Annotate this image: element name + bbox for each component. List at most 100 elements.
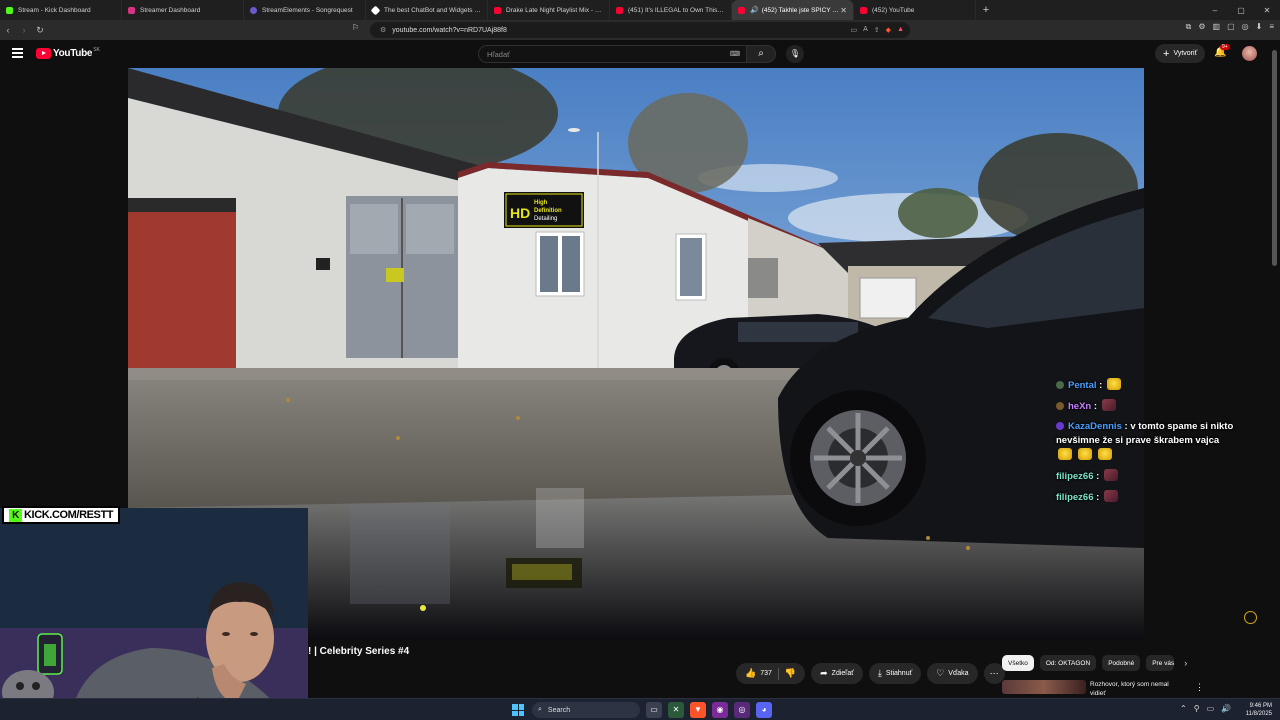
- emote-icon: [1101, 399, 1116, 411]
- browser-toolbar: ‹ › ↻ ⚐ ⚙ youtube.com/watch?v=nRD7UAj88f…: [0, 20, 1280, 40]
- browser-tab[interactable]: (452) YouTube: [854, 0, 976, 20]
- thanks-button[interactable]: ♡ Vďaka: [927, 663, 978, 684]
- emote-icon: [1098, 448, 1112, 460]
- chat-message: filipez66 :: [1056, 469, 1236, 484]
- more-icon: ⋯: [989, 668, 999, 678]
- windows-taskbar: ⌕ Search ▭ ✕ ▼ ◉ ◎ ◕ ⌃ ⚲ ▭ 🔊 9:46 PM 11/…: [0, 698, 1280, 720]
- chat-username: Pental: [1068, 380, 1097, 391]
- download-button[interactable]: ⤓ Stiahnuť: [868, 663, 922, 684]
- reload-icon[interactable]: ↻: [32, 25, 48, 36]
- webcam-feed: VAN: [0, 508, 308, 720]
- obs-icon[interactable]: ◎: [734, 702, 750, 718]
- chat-message: heXn :: [1056, 399, 1236, 414]
- notifications-button[interactable]: 🔔 9+: [1214, 44, 1230, 58]
- new-tab-button[interactable]: +: [976, 4, 996, 16]
- browser-tab-active[interactable]: 🔊 (452) Takhle jste SPICY PÁJU ✕: [732, 0, 854, 20]
- volume-icon[interactable]: 🔊: [1221, 704, 1231, 713]
- mic-icon: 🎙: [789, 49, 801, 58]
- address-bar[interactable]: ⚙ youtube.com/watch?v=nRD7UAj88f8 ▭ A ⇪ …: [370, 22, 910, 38]
- tab-title: Stream - Kick Dashboard: [18, 6, 91, 14]
- audio-playing-icon[interactable]: 🔊: [750, 6, 759, 14]
- recommended-more-icon[interactable]: ⋮: [1195, 682, 1204, 693]
- file-explorer-icon[interactable]: ▭: [646, 702, 662, 718]
- browser-tab[interactable]: (451) It's ILLEGAL to Own This 90's H: [610, 0, 732, 20]
- vpn-icon[interactable]: ◎: [1242, 22, 1249, 32]
- search-button[interactable]: ⌕: [746, 45, 776, 63]
- back-icon[interactable]: ‹: [0, 25, 16, 35]
- sidebar-icon[interactable]: ▥: [1213, 22, 1221, 32]
- browser-tab[interactable]: Drake Late Night Playlist Mix - Comc: [488, 0, 610, 20]
- tray-overflow-icon[interactable]: ⌃: [1180, 704, 1187, 713]
- youtube-logo[interactable]: YouTube SK: [36, 47, 100, 59]
- downloads-icon[interactable]: ⬇: [1256, 22, 1263, 32]
- tab-favicon-icon: [6, 6, 13, 14]
- tab-favicon-icon: [860, 6, 867, 14]
- extension-icon[interactable]: ⧉: [1186, 22, 1192, 32]
- plus-icon: +: [1163, 47, 1170, 60]
- search-input[interactable]: Hľadať ⌨: [478, 45, 746, 63]
- taskbar-apps: ▭ ✕ ▼ ◉ ◎ ◕: [646, 702, 772, 718]
- brave-rewards-icon[interactable]: ▲: [897, 26, 904, 34]
- keyboard-icon[interactable]: ⌨: [730, 50, 740, 58]
- avatar[interactable]: [1242, 46, 1257, 61]
- create-button[interactable]: + Vytvoriť: [1155, 44, 1206, 63]
- discord-icon[interactable]: ◕: [756, 702, 772, 718]
- tab-title: (451) It's ILLEGAL to Own This 90's H: [628, 6, 725, 14]
- chat-message: Pental :: [1056, 378, 1236, 393]
- app-icon[interactable]: ◉: [712, 702, 728, 718]
- search-icon: ⌕: [538, 706, 542, 713]
- forward-icon[interactable]: ›: [16, 25, 32, 35]
- kick-logo-icon: K: [9, 508, 22, 522]
- browser-tab[interactable]: Stream - Kick Dashboard: [0, 0, 122, 20]
- minimize-button[interactable]: –: [1202, 6, 1228, 15]
- chat-username: filipez66: [1056, 471, 1094, 482]
- guide-menu-icon[interactable]: [12, 48, 23, 60]
- sign-text-3: Detailing: [534, 216, 557, 222]
- taskbar-clock[interactable]: 9:46 PM 11/8/2025: [1238, 702, 1272, 718]
- share-page-icon[interactable]: ⇪: [874, 26, 880, 34]
- chat-badge-icon: [1056, 402, 1064, 410]
- chip-channel[interactable]: Od: OKTAGON: [1039, 655, 1097, 671]
- youtube-wordmark: YouTube: [53, 48, 93, 59]
- brave-browser-icon[interactable]: ▼: [690, 702, 706, 718]
- voice-search-button[interactable]: 🎙: [786, 45, 804, 63]
- browser-tab[interactable]: The best ChatBot and Widgets for Ki: [366, 0, 488, 20]
- emote-icon: [1106, 378, 1121, 390]
- brave-shield-icon[interactable]: ◆: [886, 26, 891, 34]
- cast-icon[interactable]: ▭: [851, 26, 858, 34]
- share-button[interactable]: ➦ Zdieľať: [811, 663, 863, 684]
- close-window-button[interactable]: ✕: [1254, 6, 1280, 15]
- windows-start-icon[interactable]: [512, 704, 524, 716]
- recommended-thumbnail[interactable]: [1002, 680, 1086, 694]
- chevron-right-icon[interactable]: ›: [1184, 658, 1187, 668]
- chip-for-you[interactable]: Pre vás: [1146, 655, 1175, 671]
- like-button[interactable]: 👍 737 👎: [736, 663, 806, 684]
- tab-title: The best ChatBot and Widgets for Ki: [384, 6, 481, 14]
- bookmark-icon[interactable]: ⚐: [352, 23, 359, 32]
- network-icon[interactable]: ▭: [1207, 704, 1215, 713]
- menu-icon[interactable]: ≡: [1269, 22, 1274, 32]
- wallet-icon[interactable]: ▢: [1227, 22, 1235, 32]
- thanks-label: Vďaka: [948, 670, 969, 677]
- create-label: Vytvoriť: [1173, 50, 1198, 57]
- channel-watermark-icon: [1244, 611, 1257, 624]
- chip-all[interactable]: Všetko: [1002, 655, 1034, 671]
- translate-icon[interactable]: A: [863, 26, 868, 34]
- thumbs-down-icon[interactable]: 👎: [785, 668, 796, 679]
- taskbar-search[interactable]: ⌕ Search: [532, 702, 640, 718]
- video-actions: 👍 737 👎 ➦ Zdieľať ⤓ Stiahnuť ♡ Vďaka ⋯: [736, 663, 1005, 684]
- maximize-button[interactable]: ▢: [1228, 6, 1254, 15]
- recommended-title[interactable]: Rozhovor, ktorý som nemal: [1090, 681, 1169, 688]
- recommended-title-cont[interactable]: vidieť: [1090, 690, 1106, 697]
- app-icon[interactable]: ✕: [668, 702, 684, 718]
- close-tab-icon[interactable]: ✕: [840, 6, 847, 15]
- browser-tab[interactable]: Streamer Dashboard: [122, 0, 244, 20]
- video-title: ! | Celebrity Series #4: [308, 646, 410, 657]
- tray-app-icon[interactable]: ⚲: [1194, 704, 1200, 713]
- tab-title: Drake Late Night Playlist Mix - Comc: [506, 6, 603, 14]
- browser-tab[interactable]: StreamElements - Songrequest: [244, 0, 366, 20]
- chip-related[interactable]: Podobné: [1102, 655, 1141, 671]
- settings-icon[interactable]: ⚙: [1198, 22, 1205, 32]
- site-info-icon[interactable]: ⚙: [380, 26, 386, 34]
- page-scrollbar[interactable]: [1272, 50, 1277, 266]
